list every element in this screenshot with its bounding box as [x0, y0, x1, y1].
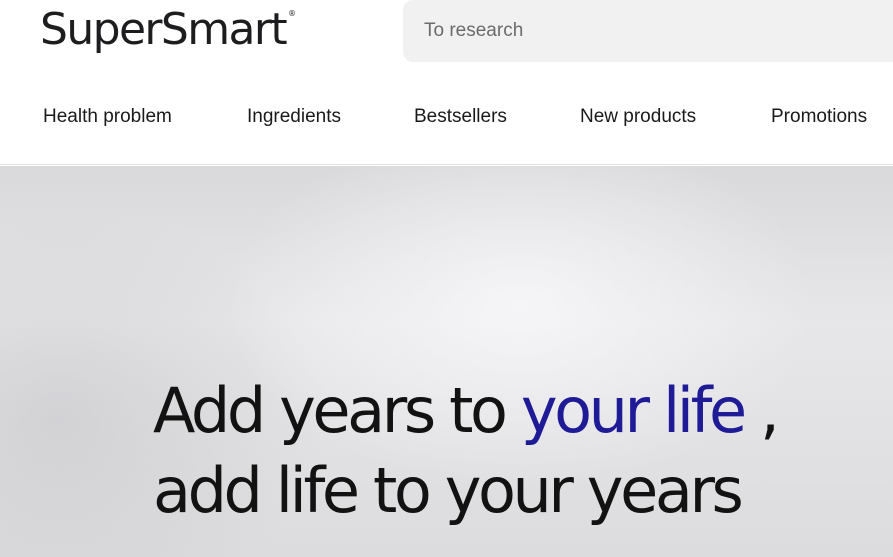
- hero-headline: Add years to your life , add life to you…: [153, 371, 780, 531]
- hero-headline-line-2: add life to your years: [153, 454, 744, 527]
- logo-link[interactable]: SuperSmart ®: [40, 2, 296, 58]
- registered-mark: ®: [288, 9, 297, 18]
- search-input[interactable]: [403, 0, 893, 62]
- hero-headline-line-1: Add years to your life ,: [153, 371, 780, 451]
- logo-wordmark: SuperSmart: [40, 4, 288, 55]
- hero-headline-comma: ,: [743, 374, 780, 447]
- main-nav: Health problem Ingredients Bestsellers N…: [0, 96, 893, 138]
- hero-headline-text: Add years to: [153, 374, 521, 447]
- hero-headline-accent: your life: [520, 374, 747, 447]
- nav-item-bestsellers[interactable]: Bestsellers: [414, 96, 507, 138]
- nav-item-promotions[interactable]: Promotions: [771, 96, 867, 138]
- hero-banner: Add years to your life , add life to you…: [0, 166, 893, 557]
- nav-item-health-problem[interactable]: Health problem: [43, 96, 172, 138]
- site-header: SuperSmart ® Health problem Ingredients …: [0, 0, 893, 165]
- nav-item-ingredients[interactable]: Ingredients: [247, 96, 341, 138]
- nav-item-new-products[interactable]: New products: [580, 96, 696, 138]
